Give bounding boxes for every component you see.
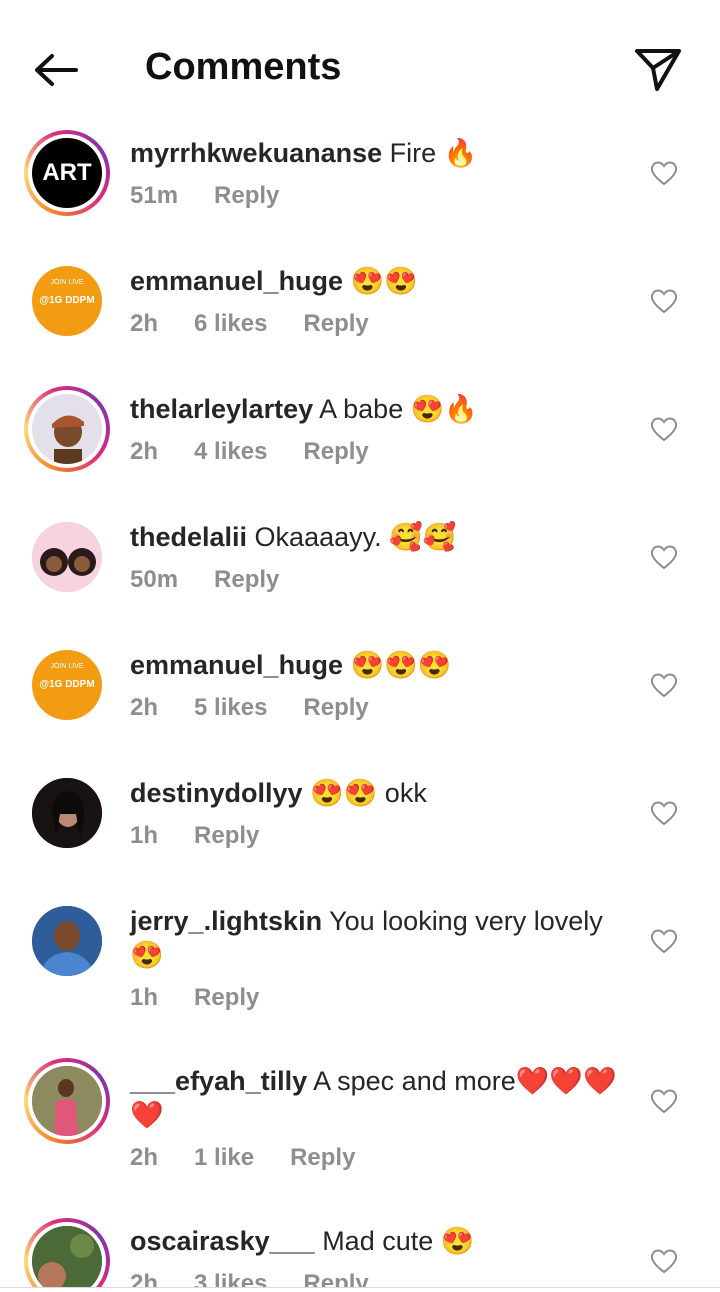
reply-button[interactable]: Reply — [290, 1144, 355, 1171]
comment-likes[interactable]: 6 likes — [194, 310, 267, 337]
reply-button[interactable]: Reply — [303, 438, 368, 465]
avatar-photo-image — [32, 1066, 102, 1136]
comment-text: Fire 🔥 — [389, 138, 478, 168]
avatar[interactable] — [24, 514, 110, 600]
comment-username[interactable]: thelarleylartey — [130, 394, 313, 424]
heart-icon[interactable] — [650, 160, 678, 186]
comment-text: Okaaaayy. 🥰🥰 — [254, 522, 457, 552]
comment-time: 2h — [130, 1270, 159, 1287]
reply-button[interactable]: Reply — [303, 1270, 368, 1287]
comment-row: oscairasky___ Mad cute 😍 2h 3 likes Reply — [0, 1218, 720, 1287]
avatar[interactable] — [24, 1058, 110, 1144]
comment-meta: 1h Reply — [130, 984, 295, 1012]
comment-username[interactable]: myrrhkwekuananse — [130, 138, 382, 168]
comment-time: 1h — [130, 822, 159, 849]
comment-time: 2h — [130, 310, 159, 337]
reply-button[interactable]: Reply — [194, 984, 259, 1011]
comment-time: 50m — [130, 566, 179, 593]
heart-icon[interactable] — [650, 1248, 678, 1274]
comment-row: thedelalii Okaaaayy. 🥰🥰 50m Reply — [0, 514, 720, 642]
comment-row: JOIN LIVE @1G DDPM emmanuel_huge 😍😍😍 2h 5 … — [0, 642, 720, 770]
comment-meta: 2h 4 likes Reply — [130, 438, 405, 466]
comment-row: JOIN LIVE @1G DDPM emmanuel_huge 😍😍 2h 6 l… — [0, 258, 720, 386]
back-button[interactable] — [28, 44, 84, 96]
reply-button[interactable]: Reply — [214, 566, 279, 593]
reply-button[interactable]: Reply — [303, 310, 368, 337]
comment-username[interactable]: oscairasky___ — [130, 1226, 315, 1256]
avatar[interactable] — [24, 770, 110, 856]
comment-meta: 2h 1 like Reply — [130, 1144, 391, 1172]
comment-username[interactable]: emmanuel_huge — [130, 650, 343, 680]
comment-text: 😍😍 — [350, 266, 418, 296]
heart-icon[interactable] — [650, 544, 678, 570]
comment-username[interactable]: jerry_.lightskin — [130, 906, 322, 936]
avatar-character-image — [52, 415, 84, 464]
comment-row: destinydollyy 😍😍 okk 1h Reply — [0, 770, 720, 898]
reply-button[interactable]: Reply — [303, 694, 368, 721]
heart-icon[interactable] — [650, 416, 678, 442]
comment-meta: 50m Reply — [130, 566, 315, 594]
comment-username[interactable]: destinydollyy — [130, 778, 303, 808]
comment-likes[interactable]: 3 likes — [194, 1270, 267, 1287]
comment-row: jerry_.lightskin You looking very lovely… — [0, 898, 720, 1058]
avatar[interactable] — [24, 1218, 110, 1287]
comments-list[interactable]: ART myrrhkwekuananse Fire 🔥 51m Reply JOI… — [0, 130, 720, 1287]
comment-username[interactable]: thedelalii — [130, 522, 247, 552]
comment-time: 2h — [130, 1144, 159, 1171]
bottom-divider — [0, 1287, 720, 1288]
avatar-art-logo: ART — [32, 138, 102, 208]
comment-text: Mad cute 😍 — [322, 1226, 475, 1256]
heart-icon[interactable] — [650, 800, 678, 826]
avatar[interactable]: JOIN LIVE @1G DDPM — [24, 258, 110, 344]
heart-icon[interactable] — [650, 1088, 678, 1114]
comment-text: 😍😍😍 — [350, 650, 452, 680]
heart-icon[interactable] — [650, 288, 678, 314]
comment-likes[interactable]: 4 likes — [194, 438, 267, 465]
comment-row: ART myrrhkwekuananse Fire 🔥 51m Reply — [0, 130, 720, 258]
comment-meta: 2h 6 likes Reply — [130, 310, 405, 338]
avatar-photo-image — [32, 522, 102, 592]
comment-meta: 2h 3 likes Reply — [130, 1270, 405, 1287]
comment-row: ___efyah_tilly A spec and more❤️❤️❤️❤️ 2… — [0, 1058, 720, 1218]
comment-username[interactable]: ___efyah_tilly — [130, 1066, 307, 1096]
comment-meta: 2h 5 likes Reply — [130, 694, 405, 722]
comment-text: 😍😍 okk — [310, 778, 427, 808]
comment-likes[interactable]: 5 likes — [194, 694, 267, 721]
heart-icon[interactable] — [650, 672, 678, 698]
page-title: Comments — [145, 46, 342, 88]
comment-time: 2h — [130, 438, 159, 465]
comment-text: A babe 😍🔥 — [319, 394, 478, 424]
reply-button[interactable]: Reply — [194, 822, 259, 849]
comment-meta: 1h Reply — [130, 822, 295, 850]
comment-likes[interactable]: 1 like — [194, 1144, 254, 1171]
header: Comments — [0, 0, 720, 130]
avatar[interactable]: JOIN LIVE @1G DDPM — [24, 642, 110, 728]
avatar[interactable] — [24, 386, 110, 472]
comment-meta: 51m Reply — [130, 182, 315, 210]
avatar[interactable] — [24, 898, 110, 984]
reply-button[interactable]: Reply — [214, 182, 279, 209]
comment-time: 2h — [130, 694, 159, 721]
arrow-left-icon — [35, 54, 78, 86]
share-button[interactable] — [630, 44, 686, 96]
avatar-photo-image — [32, 906, 102, 976]
avatar-photo-image — [32, 1226, 102, 1287]
heart-icon[interactable] — [650, 928, 678, 954]
avatar[interactable]: ART — [24, 130, 110, 216]
comment-time: 1h — [130, 984, 159, 1011]
comment-row: thelarleylartey A babe 😍🔥 2h 4 likes Reply — [0, 386, 720, 514]
comment-username[interactable]: emmanuel_huge — [130, 266, 343, 296]
comment-time: 51m — [130, 182, 179, 209]
avatar-photo-image — [32, 778, 102, 848]
paper-plane-icon — [635, 49, 681, 91]
